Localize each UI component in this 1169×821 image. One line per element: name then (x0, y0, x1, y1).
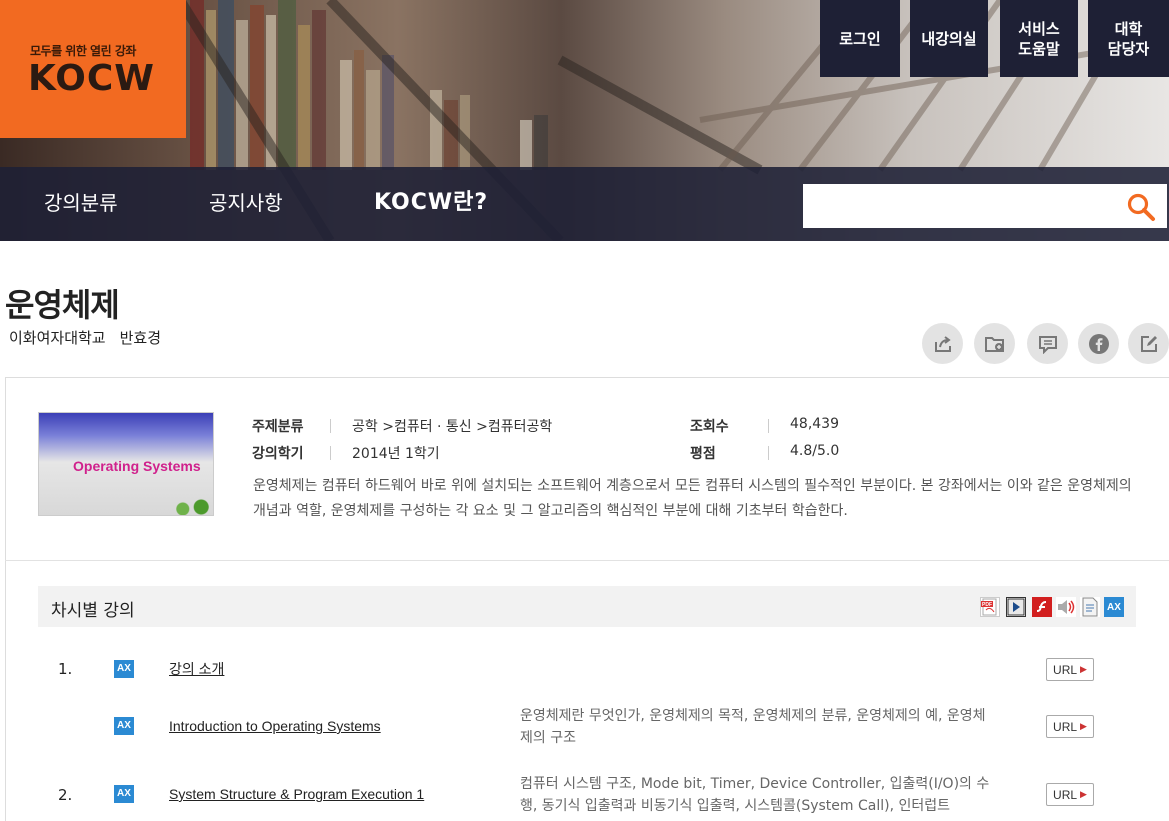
arrow-right-icon: ▶ (1080, 721, 1087, 731)
lecture-url-button[interactable]: URL ▶ (1046, 658, 1094, 681)
share-button[interactable] (922, 323, 963, 364)
folder-add-icon (984, 336, 1004, 352)
svg-text:PDF: PDF (982, 602, 992, 608)
ax-icon: AX (1104, 597, 1124, 617)
lecture-title-link[interactable]: 강의 소개 (169, 659, 224, 679)
site-header: 모두를 위한 열린 강좌 KOCW 로그인 내강의실 서비스 도움말 대학 담당… (0, 0, 1169, 241)
meta-separator (768, 419, 769, 433)
add-to-folder-button[interactable] (974, 323, 1015, 364)
comment-button[interactable] (1027, 323, 1068, 364)
kocw-logo[interactable]: 모두를 위한 열린 강좌 KOCW (0, 0, 186, 138)
course-thumbnail: Operating Systems (38, 412, 214, 516)
share-icon (934, 335, 951, 352)
subject-value: 공학 >컴퓨터 · 통신 >컴퓨터공학 (352, 419, 553, 435)
lecture-url-button[interactable]: URL ▶ (1046, 715, 1094, 738)
lecture-list-title: 차시별 강의 (51, 601, 135, 621)
thumbnail-title: Operating Systems (73, 458, 201, 474)
audio-icon (1056, 597, 1076, 617)
logo-tagline: 모두를 위한 열린 강좌 (30, 44, 136, 58)
professor-name: 반효경 (119, 329, 162, 347)
arrow-right-icon: ▶ (1080, 789, 1087, 799)
facebook-icon (1088, 333, 1109, 354)
search-input[interactable] (803, 184, 1119, 228)
comment-icon (1038, 335, 1057, 354)
term-label: 강의학기 (252, 446, 304, 462)
course-title: 운영체제 (5, 286, 120, 324)
facebook-button[interactable] (1078, 323, 1119, 364)
subject-label: 주제분류 (252, 419, 304, 435)
meta-separator (330, 446, 331, 460)
university-name: 이화여자대학교 (9, 329, 106, 347)
meta-separator (768, 446, 769, 460)
thumbnail-decoration (169, 497, 213, 515)
url-label: URL (1053, 787, 1078, 802)
course-description: 운영체제는 컴퓨터 하드웨어 바로 위에 설치되는 소프트웨어 계층으로서 모든… (253, 478, 1132, 519)
rating-label: 평점 (690, 446, 716, 462)
course-subtitle: 이화여자대학교 반효경 (9, 327, 175, 348)
meta-separator (330, 419, 331, 433)
nav-category[interactable]: 강의분류 (44, 167, 118, 241)
views-value: 48,439 (790, 416, 839, 432)
lecture-title-link[interactable]: Introduction to Operating Systems (169, 718, 381, 734)
term-value: 2014년 1학기 (352, 446, 440, 462)
search-icon[interactable] (1126, 192, 1156, 222)
views-label: 조회수 (690, 419, 729, 435)
ax-badge: AX (114, 660, 134, 678)
section-divider (5, 560, 1169, 561)
video-icon (1006, 597, 1026, 617)
document-icon (1080, 597, 1100, 617)
lecture-title-link[interactable]: System Structure & Program Execution 1 (169, 786, 424, 802)
ax-badge: AX (114, 785, 134, 803)
lecture-number: 2. (58, 786, 73, 804)
lecture-url-button[interactable]: URL ▶ (1046, 783, 1094, 806)
lecture-list-header: 차시별 강의 (38, 586, 1136, 627)
lecture-description: 컴퓨터 시스템 구조, Mode bit, Timer, Device Cont… (520, 776, 990, 821)
nav-notice[interactable]: 공지사항 (209, 167, 283, 241)
lecture-number: 1. (58, 660, 73, 678)
url-label: URL (1053, 662, 1078, 677)
flash-icon (1032, 597, 1052, 617)
arrow-right-icon: ▶ (1080, 664, 1087, 674)
my-classroom-button[interactable]: 내강의실 (910, 0, 988, 77)
nav-about-kocw[interactable]: KOCW란? (374, 167, 488, 241)
edit-button[interactable] (1128, 323, 1169, 364)
login-button[interactable]: 로그인 (820, 0, 900, 77)
ax-badge: AX (114, 717, 134, 735)
url-label: URL (1053, 719, 1078, 734)
service-help-button[interactable]: 서비스 도움말 (1000, 0, 1078, 77)
pdf-icon: PDF (980, 597, 1000, 617)
logo-wordmark: KOCW (28, 58, 156, 99)
rating-value: 4.8/5.0 (790, 443, 840, 459)
edit-icon (1140, 335, 1157, 352)
lecture-description: 운영체제란 무엇인가, 운영체제의 목적, 운영체제의 분류, 운영체제의 예,… (520, 708, 986, 746)
university-admin-button[interactable]: 대학 담당자 (1088, 0, 1169, 77)
